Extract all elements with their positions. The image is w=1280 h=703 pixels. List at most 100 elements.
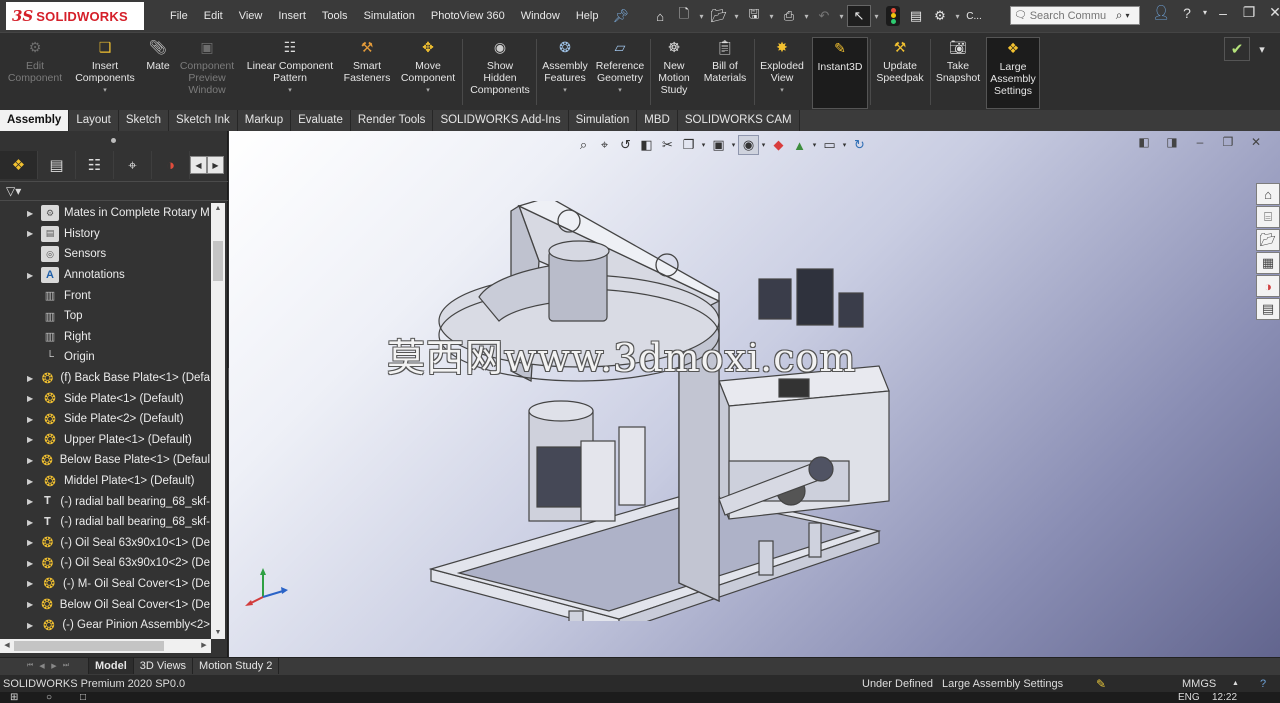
- new-document-icon[interactable]: 🗋: [672, 5, 696, 27]
- property-manager-tab-icon[interactable]: ▤: [38, 151, 76, 179]
- dynamic-annotation-icon[interactable]: ✂: [657, 135, 678, 155]
- scroll-down-icon[interactable]: ▼: [211, 627, 225, 639]
- zoom-to-area-icon[interactable]: ⌖: [594, 135, 615, 155]
- show-hidden-button[interactable]: ◉ Show Hidden Components: [466, 37, 534, 109]
- close-icon[interactable]: ✕: [1262, 4, 1280, 21]
- dimxpert-tab-icon[interactable]: ⌖: [114, 151, 152, 179]
- units-menu-caret[interactable]: ▲: [1232, 680, 1239, 687]
- solidworks-logo[interactable]: 3S SOLIDWORKS: [6, 2, 144, 30]
- home-icon[interactable]: ⌂: [648, 5, 672, 27]
- restore-icon[interactable]: ❐: [1236, 4, 1262, 21]
- expand-arrow-icon[interactable]: ▶: [27, 559, 39, 568]
- expand-arrow-icon[interactable]: ▶: [27, 579, 41, 588]
- expand-arrow-icon[interactable]: ▶: [27, 415, 41, 424]
- assembly-3d-model[interactable]: [419, 201, 1099, 621]
- tile-left-icon[interactable]: ◧: [1130, 135, 1158, 149]
- tree-node-top-plane[interactable]: ▶ ▥ Top: [0, 306, 210, 327]
- tree-node-origin[interactable]: ▶ └ Origin: [0, 347, 210, 368]
- expand-arrow-icon[interactable]: ▶: [27, 477, 41, 486]
- assembly-features-button[interactable]: ❂ Assembly Features ▾: [538, 37, 592, 109]
- chevron-down-icon[interactable]: ▾: [952, 5, 963, 27]
- status-help-icon[interactable]: ?: [1260, 678, 1266, 690]
- tree-node-history[interactable]: ▶ ▤ History: [0, 224, 210, 245]
- tab-addins[interactable]: SOLIDWORKS Add-Ins: [433, 110, 569, 131]
- next-tab-icon[interactable]: ▶: [48, 662, 60, 670]
- chevron-down-icon[interactable]: ▾: [729, 135, 738, 155]
- menu-window[interactable]: Window: [513, 0, 568, 32]
- options-gear-icon[interactable]: ⚙: [928, 5, 952, 27]
- status-units[interactable]: MMGS: [1182, 678, 1216, 690]
- tab-cam[interactable]: SOLIDWORKS CAM: [678, 110, 800, 131]
- chevron-down-icon[interactable]: ▾: [836, 5, 847, 27]
- task-view-icon[interactable]: □: [80, 692, 86, 703]
- mate-button[interactable]: 📎︎ Mate: [142, 37, 174, 109]
- file-explorer-icon[interactable]: 📂︎: [1256, 229, 1280, 251]
- tree-node-part[interactable]: ▶ ❂ Upper Plate<1> (Default): [0, 430, 210, 451]
- file-properties-icon[interactable]: ▤: [904, 5, 928, 27]
- new-motion-study-button[interactable]: ☸ New Motion Study: [652, 37, 696, 109]
- scroll-left-icon[interactable]: ◀: [0, 639, 14, 653]
- custom-properties-icon[interactable]: ▤: [1256, 298, 1280, 320]
- tab-3d-views[interactable]: 3D Views: [134, 658, 194, 674]
- instant3d-button[interactable]: ✎ Instant3D: [812, 37, 868, 109]
- view-orientation-icon[interactable]: ❐: [678, 135, 699, 155]
- rebuild-icon[interactable]: ↻: [849, 135, 870, 155]
- chevron-down-icon[interactable]: ▾: [810, 135, 819, 155]
- expand-arrow-icon[interactable]: ▶: [27, 229, 41, 238]
- chevron-down-icon[interactable]: ▾: [699, 135, 708, 155]
- open-folder-icon[interactable]: 📂︎: [707, 5, 731, 27]
- rebuild-traffic-light-icon[interactable]: [886, 6, 900, 26]
- search-icon[interactable]: ○: [46, 692, 52, 703]
- check-mark-icon[interactable]: ✔: [1224, 37, 1250, 61]
- tab-evaluate[interactable]: Evaluate: [291, 110, 351, 131]
- tree-node-part[interactable]: ▶ ❂ (-) Oil Seal 63x90x10<1> (De: [0, 533, 210, 554]
- expand-arrow-icon[interactable]: ▶: [27, 435, 41, 444]
- graphics-area[interactable]: ⌕ ⌖ ↺ ◧ ✂ ❐ ▾ ▣ ▾ ◉ ▾ ◆ ▲ ▾ ▭ ▾ ↻ ◧ ◨ – …: [229, 131, 1280, 657]
- chevron-down-icon[interactable]: ▾: [618, 85, 622, 97]
- start-icon[interactable]: ⊞: [10, 692, 18, 703]
- select-cursor-icon[interactable]: ↖: [847, 5, 871, 27]
- expand-arrow-icon[interactable]: ▶: [27, 497, 39, 506]
- menu-file[interactable]: File: [162, 0, 196, 32]
- expand-arrow-icon[interactable]: ▶: [27, 456, 39, 465]
- tree-node-part[interactable]: ▶ ❂ (f) Back Base Plate<1> (Defa: [0, 368, 210, 389]
- tree-node-toolbox-part[interactable]: ▶ 𝐓 (-) radial ball bearing_68_skf-: [0, 512, 210, 533]
- expand-arrow-icon[interactable]: ▶: [27, 209, 41, 218]
- tab-simulation[interactable]: Simulation: [569, 110, 638, 131]
- menu-tools[interactable]: Tools: [314, 0, 356, 32]
- minimize-icon[interactable]: –: [1186, 135, 1214, 149]
- menu-insert[interactable]: Insert: [270, 0, 314, 32]
- tab-markup[interactable]: Markup: [238, 110, 292, 131]
- tab-layout[interactable]: Layout: [69, 110, 119, 131]
- tree-node-part[interactable]: ▶ ❂ Below Oil Seal Cover<1> (De: [0, 594, 210, 615]
- configuration-manager-tab-icon[interactable]: ☷: [76, 151, 114, 179]
- tree-node-sensors[interactable]: ▶ ◎ Sensors: [0, 244, 210, 265]
- expand-arrow-icon[interactable]: ▶: [27, 600, 39, 609]
- scroll-thumb[interactable]: [213, 241, 223, 281]
- take-snapshot-button[interactable]: 📷︎ Take Snapshot: [932, 37, 984, 109]
- expand-arrow-icon[interactable]: ▶: [27, 271, 41, 280]
- tree-node-mates[interactable]: ▶ ⚙ Mates in Complete Rotary M: [0, 203, 210, 224]
- previous-view-icon[interactable]: ↺: [615, 135, 636, 155]
- chevron-down-icon[interactable]: ▾: [766, 5, 777, 27]
- tab-assembly[interactable]: Assembly: [0, 110, 70, 131]
- chevron-right-icon[interactable]: ▶: [207, 156, 224, 174]
- display-style-icon[interactable]: ▣: [708, 135, 729, 155]
- status-large-assembly[interactable]: Large Assembly Settings: [942, 678, 1063, 690]
- menu-edit[interactable]: Edit: [196, 0, 231, 32]
- insert-components-button[interactable]: ❑ Insert Components ▾: [72, 37, 138, 109]
- large-assembly-settings-button[interactable]: ❖ Large Assembly Settings: [986, 37, 1040, 109]
- tree-node-annotations[interactable]: ▶ A Annotations: [0, 265, 210, 286]
- edit-appearance-icon[interactable]: ◆: [768, 135, 789, 155]
- last-tab-icon[interactable]: ⏭: [60, 662, 72, 670]
- reference-geometry-button[interactable]: ▱ Reference Geometry ▾: [592, 37, 648, 109]
- print-icon[interactable]: ⎙: [777, 5, 801, 27]
- first-tab-icon[interactable]: ⏮: [24, 662, 36, 670]
- search-scope-icon[interactable]: 🗨︎: [1014, 10, 1027, 21]
- expand-arrow-icon[interactable]: ▶: [27, 394, 41, 403]
- chevron-down-icon[interactable]: ▾: [840, 135, 849, 155]
- search-icon[interactable]: ⌕: [1116, 8, 1123, 23]
- taskbar-language[interactable]: ENG: [1178, 692, 1200, 703]
- menu-photoview[interactable]: PhotoView 360: [423, 0, 513, 32]
- component-preview-button[interactable]: ▣ Component Preview Window: [176, 37, 238, 109]
